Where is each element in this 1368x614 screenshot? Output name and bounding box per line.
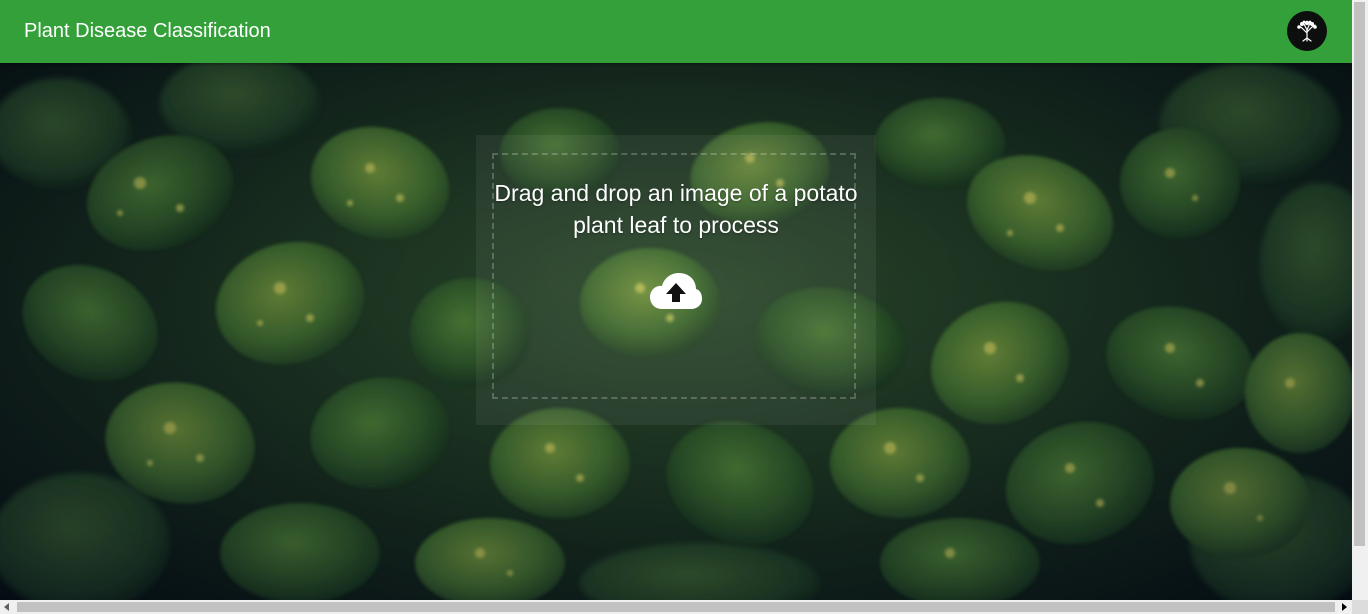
dropzone-prompt: Drag and drop an image of a potato plant… bbox=[494, 180, 858, 238]
app-bar: Plant Disease Classification bbox=[0, 0, 1352, 63]
scroll-right-arrow-icon[interactable] bbox=[1342, 603, 1347, 611]
app-title: Plant Disease Classification bbox=[24, 20, 271, 42]
scroll-left-arrow-icon[interactable] bbox=[4, 603, 9, 611]
vertical-scrollbar[interactable] bbox=[1352, 0, 1368, 600]
scrollbar-corner bbox=[1352, 600, 1368, 614]
tree-logo-icon bbox=[1297, 20, 1317, 42]
avatar[interactable] bbox=[1287, 11, 1327, 51]
dropzone-panel[interactable]: Drag and drop an image of a potato plant… bbox=[476, 135, 876, 425]
cloud-upload-icon[interactable] bbox=[649, 271, 703, 311]
horizontal-scrollbar[interactable] bbox=[0, 600, 1352, 614]
horizontal-scrollbar-thumb[interactable] bbox=[17, 602, 1335, 612]
app-window: Plant Disease Classification Drag and dr… bbox=[0, 0, 1368, 614]
vertical-scrollbar-thumb[interactable] bbox=[1354, 2, 1365, 546]
